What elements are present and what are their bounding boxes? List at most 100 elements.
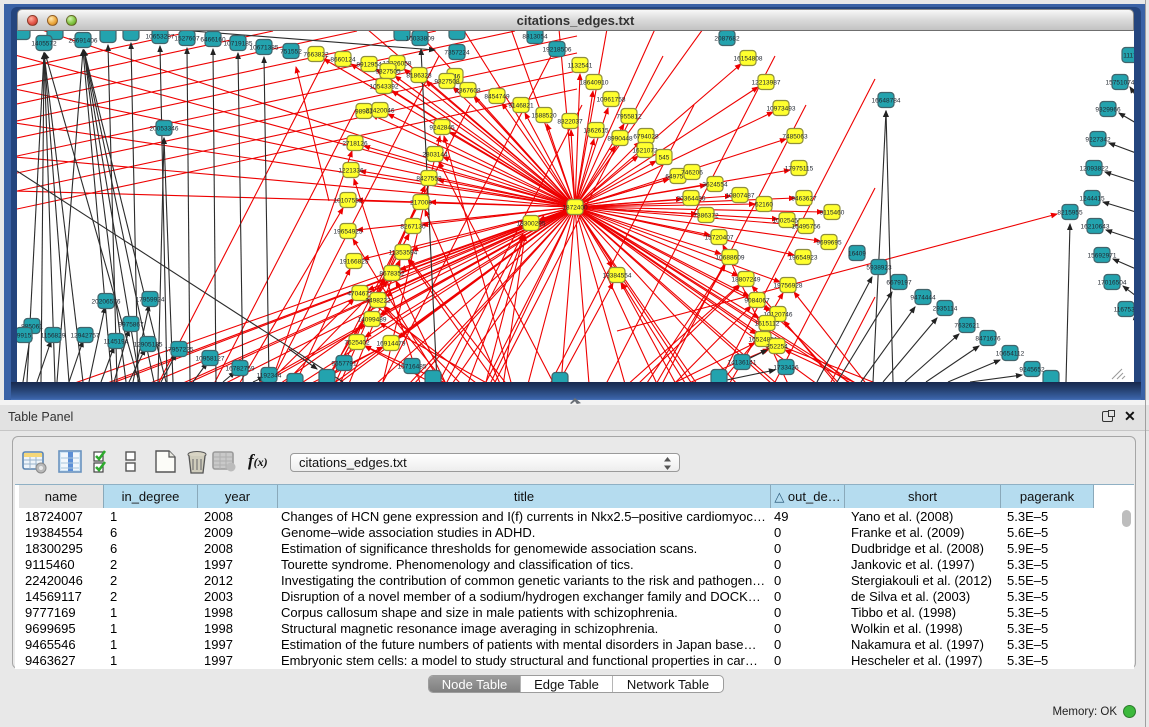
svg-text:2803144: 2803144	[422, 152, 448, 159]
svg-text:9146821: 9146821	[508, 103, 534, 110]
svg-text:17957225: 17957225	[165, 347, 194, 354]
svg-text:16210643: 16210643	[1081, 224, 1110, 231]
svg-text:10107552: 10107552	[334, 198, 363, 205]
svg-text:1621072: 1621072	[632, 148, 658, 155]
svg-text:1192344: 1192344	[257, 373, 282, 380]
svg-text:1132541: 1132541	[568, 63, 593, 70]
svg-text:7632621: 7632621	[954, 323, 980, 330]
svg-text:8660124: 8660124	[330, 57, 356, 64]
svg-text:9327505: 9327505	[375, 69, 401, 76]
svg-text:8322037: 8322037	[557, 119, 583, 126]
svg-text:1872400: 1872400	[562, 205, 588, 212]
svg-text:8267130: 8267130	[400, 224, 426, 231]
svg-text:17959924: 17959924	[136, 297, 165, 304]
svg-text:7357224: 7357224	[444, 50, 470, 57]
svg-text:2367608: 2367608	[455, 88, 481, 95]
svg-text:10719185: 10719185	[224, 41, 253, 48]
svg-text:17975115: 17975115	[785, 166, 814, 173]
svg-text:19218506: 19218506	[543, 47, 572, 54]
svg-text:14136141: 14136141	[728, 360, 757, 367]
svg-text:1244415: 1244415	[1079, 196, 1105, 203]
svg-text:2087682: 2087682	[714, 36, 740, 43]
svg-text:9227342: 9227342	[1085, 137, 1111, 144]
svg-text:16782759: 16782759	[226, 366, 255, 373]
svg-text:1405572: 1405572	[31, 41, 57, 48]
svg-text:10671385: 10671385	[250, 45, 279, 52]
svg-text:8678352: 8678352	[379, 271, 405, 278]
svg-text:18640910: 18640910	[580, 80, 609, 87]
svg-text:5938923: 5938923	[866, 265, 892, 272]
svg-text:12213987: 12213987	[752, 80, 781, 87]
svg-text:16154808: 16154808	[734, 56, 763, 63]
svg-text:15720407: 15720407	[705, 235, 734, 242]
svg-text:7625402: 7625402	[344, 340, 370, 347]
svg-text:9657791: 9657791	[331, 361, 357, 368]
svg-text:746206: 746206	[681, 170, 703, 177]
svg-text:1117: 1117	[1123, 53, 1134, 60]
svg-text:18300295: 18300295	[517, 221, 546, 228]
svg-text:3498222: 3498222	[365, 298, 391, 305]
svg-text:3624554: 3624554	[702, 182, 728, 189]
svg-text:4704671: 4704671	[347, 291, 373, 298]
svg-text:2718126: 2718126	[342, 141, 368, 148]
svg-text:8454749: 8454749	[484, 94, 510, 101]
svg-text:16495756: 16495756	[792, 224, 821, 231]
svg-text:10961758: 10961758	[597, 97, 626, 104]
svg-text:12905135: 12905135	[134, 342, 163, 349]
svg-text:9915: 9915	[17, 333, 32, 340]
svg-text:20691406: 20691406	[69, 38, 98, 45]
svg-text:8813054: 8813054	[522, 34, 548, 41]
svg-text:10653287: 10653287	[146, 34, 175, 41]
svg-text:9699695: 9699695	[816, 240, 842, 247]
svg-text:1733426: 1733426	[773, 365, 799, 372]
svg-text:8427552: 8427552	[416, 176, 442, 183]
svg-text:14099489: 14099489	[358, 317, 387, 324]
svg-text:7955812: 7955812	[616, 114, 642, 121]
svg-text:19756928: 19756928	[774, 283, 803, 290]
svg-text:10958127: 10958127	[196, 356, 225, 363]
svg-text:8215955: 8215955	[1057, 210, 1083, 217]
svg-text:10973493: 10973493	[767, 106, 796, 113]
svg-text:8471676: 8471676	[975, 336, 1001, 343]
svg-text:9463627: 9463627	[791, 196, 817, 203]
svg-text:1527607: 1527607	[174, 36, 200, 43]
svg-text:10543392: 10543392	[370, 84, 399, 91]
svg-text:6466160: 6466160	[200, 37, 226, 44]
svg-text:22420046: 22420046	[366, 108, 395, 115]
svg-text:15751074: 15751074	[1106, 80, 1134, 87]
svg-text:16409: 16409	[848, 251, 866, 258]
svg-text:10688609: 10688609	[716, 255, 745, 262]
svg-text:545: 545	[659, 155, 670, 162]
svg-text:9245652: 9245652	[1019, 367, 1045, 374]
svg-text:1156829: 1156829	[41, 333, 66, 340]
svg-text:9329966: 9329966	[1095, 107, 1121, 114]
svg-text:12942757: 12942757	[71, 333, 100, 340]
svg-text:9115460: 9115460	[820, 210, 845, 217]
svg-text:1362615: 1362615	[583, 128, 609, 135]
svg-text:1221336: 1221336	[338, 168, 364, 175]
svg-text:1167533: 1167533	[1114, 307, 1134, 314]
svg-text:16648784: 16648784	[872, 98, 901, 105]
svg-text:19654923: 19654923	[789, 255, 818, 262]
svg-text:19654925: 19654925	[334, 229, 363, 236]
svg-text:19384554: 19384554	[603, 273, 632, 280]
svg-text:20206576: 20206576	[92, 299, 121, 306]
svg-text:6679197: 6679197	[886, 280, 912, 287]
svg-text:8186328: 8186328	[406, 73, 432, 80]
svg-text:15716485: 15716485	[398, 364, 427, 371]
svg-text:751552: 751552	[280, 49, 302, 56]
svg-text:7663822: 7663822	[303, 52, 329, 59]
svg-text:9242845: 9242845	[429, 125, 455, 132]
svg-text:1615112: 1615112	[755, 321, 780, 328]
svg-text:11353594: 11353594	[389, 250, 418, 257]
svg-text:62160: 62160	[755, 202, 773, 209]
svg-text:12093822: 12093822	[1080, 166, 1109, 173]
svg-text:8912954: 8912954	[356, 62, 382, 69]
svg-text:10654112: 10654112	[996, 351, 1025, 358]
svg-text:16033809: 16033809	[406, 36, 435, 43]
svg-text:9327508: 9327508	[434, 79, 460, 86]
svg-text:20053346: 20053346	[150, 126, 179, 133]
svg-text:9084067: 9084067	[744, 298, 770, 305]
svg-text:17016504: 17016504	[1098, 280, 1127, 287]
svg-text:9975867: 9975867	[118, 322, 144, 329]
